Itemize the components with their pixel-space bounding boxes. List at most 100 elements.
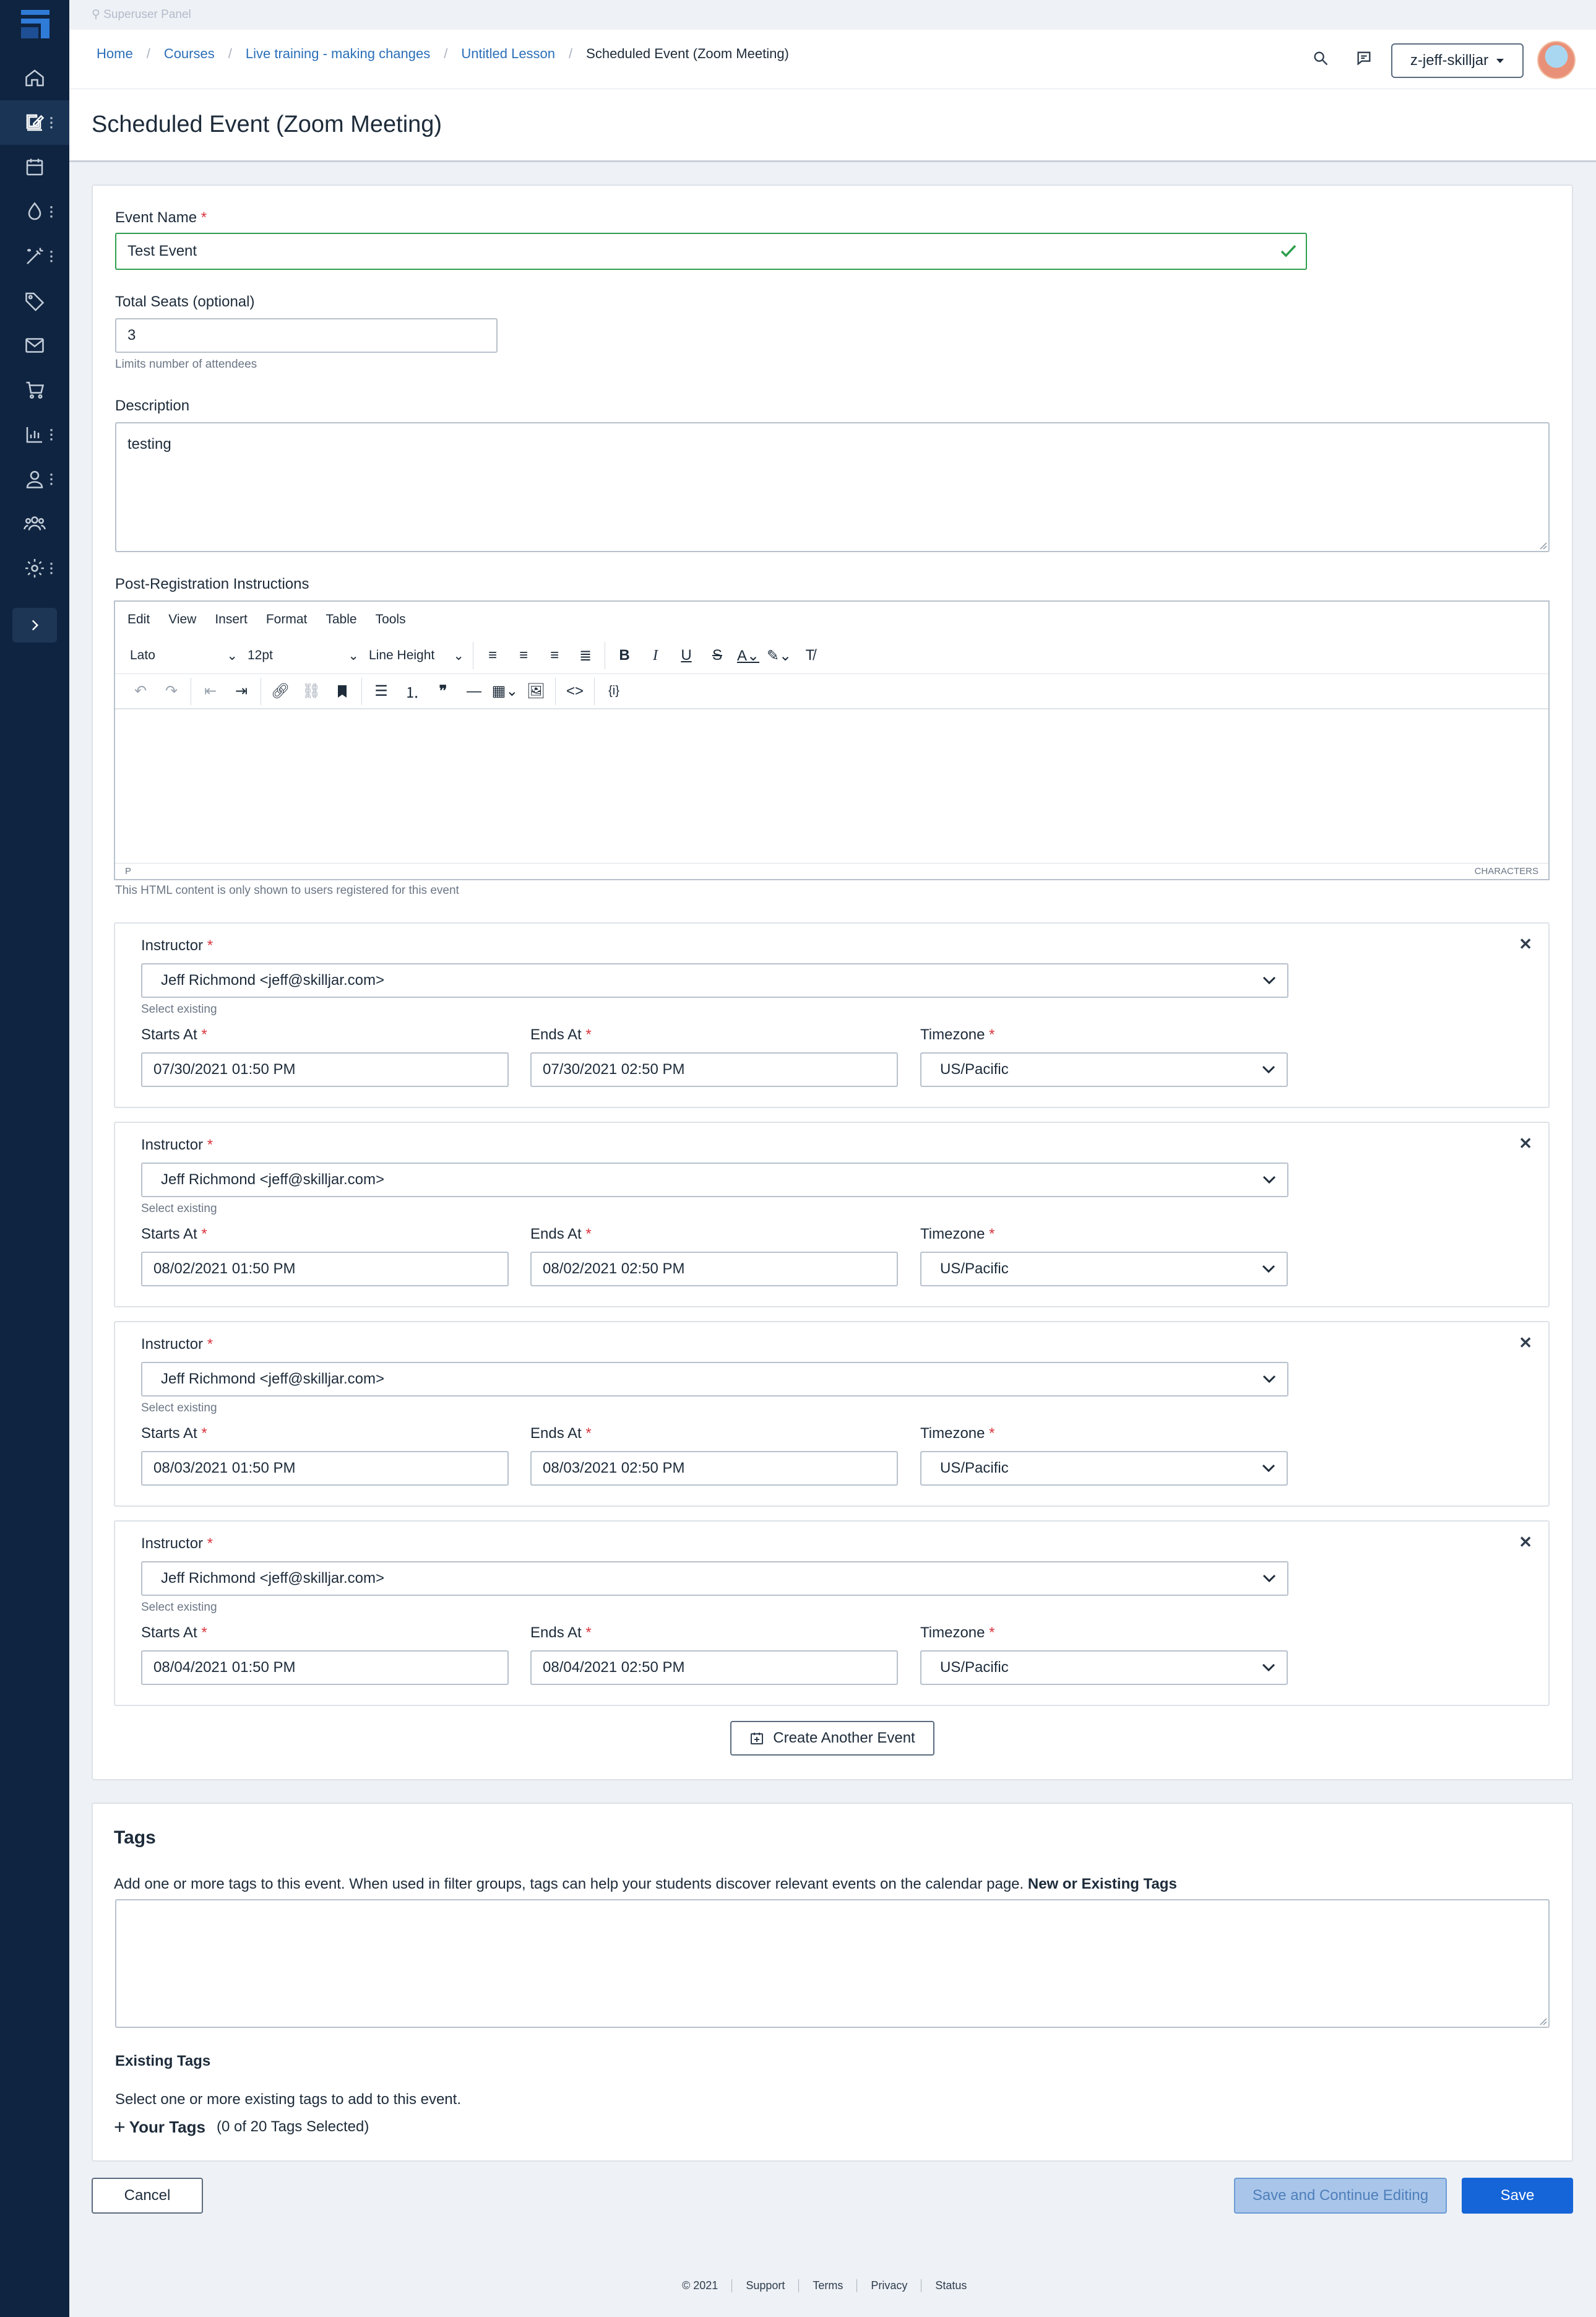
- text-color-icon[interactable]: A⌄: [733, 642, 764, 669]
- align-justify-icon[interactable]: ≣: [570, 642, 601, 669]
- line-height-select[interactable]: Line Height ⌄: [364, 642, 469, 669]
- starts-at-input[interactable]: 07/30/2021 01:50 PM: [141, 1052, 509, 1087]
- more-icon[interactable]: ⋮: [45, 205, 58, 219]
- event-name-input[interactable]: Test Event: [115, 233, 1307, 270]
- horizontal-rule-icon[interactable]: —: [459, 678, 490, 705]
- align-center-icon[interactable]: ≡: [508, 642, 539, 669]
- instructor-select[interactable]: Jeff Richmond <jeff@skilljar.com>: [141, 1362, 1288, 1397]
- redo-icon[interactable]: ↷: [156, 678, 187, 705]
- save-and-continue-button[interactable]: Save and Continue Editing: [1234, 2178, 1447, 2214]
- users-group-icon[interactable]: [0, 501, 69, 546]
- highlight-color-icon[interactable]: ✎⌄: [764, 642, 795, 669]
- remove-session-icon[interactable]: ✕: [1519, 1533, 1532, 1552]
- ends-at-input[interactable]: 08/02/2021 02:50 PM: [530, 1252, 898, 1286]
- more-icon[interactable]: ⋮: [45, 472, 58, 486]
- more-icon[interactable]: ⋮: [45, 428, 58, 441]
- cart-icon[interactable]: [0, 368, 69, 412]
- editor-content-area[interactable]: [115, 711, 1548, 864]
- footer-terms-link[interactable]: Terms: [799, 2279, 858, 2292]
- starts-at-input[interactable]: 08/04/2021 01:50 PM: [141, 1650, 509, 1685]
- mail-icon[interactable]: [0, 323, 69, 368]
- variable-icon[interactable]: {i}: [598, 678, 629, 705]
- undo-icon[interactable]: ↶: [125, 678, 156, 705]
- menu-format[interactable]: Format: [266, 612, 308, 627]
- bookmark-icon[interactable]: [327, 678, 358, 705]
- font-family-select[interactable]: Lato ⌄: [125, 642, 243, 669]
- new-tags-textarea[interactable]: [115, 1899, 1550, 2028]
- ends-at-input[interactable]: 08/04/2021 02:50 PM: [530, 1650, 898, 1685]
- tag-icon[interactable]: [0, 279, 69, 323]
- chat-icon[interactable]: [1352, 46, 1376, 71]
- blockquote-icon[interactable]: ❞: [428, 678, 459, 705]
- clear-formatting-icon[interactable]: T̸: [795, 642, 826, 669]
- indent-icon[interactable]: ⇥: [226, 678, 257, 705]
- user-icon[interactable]: ⋮: [0, 457, 69, 501]
- edit-icon[interactable]: ⋮: [0, 100, 69, 145]
- strikethrough-icon[interactable]: S: [702, 642, 733, 669]
- starts-at-input[interactable]: 08/03/2021 01:50 PM: [141, 1451, 509, 1486]
- link-icon[interactable]: 🔗︎: [265, 678, 296, 705]
- gear-icon[interactable]: ⋮: [0, 546, 69, 591]
- superuser-panel-link[interactable]: ⚲ Superuser Panel: [92, 7, 191, 22]
- remove-session-icon[interactable]: ✕: [1519, 1134, 1532, 1153]
- align-left-icon[interactable]: ≡: [477, 642, 508, 669]
- resize-handle-icon[interactable]: [1538, 541, 1547, 550]
- align-right-icon[interactable]: ≡: [539, 642, 570, 669]
- cancel-button[interactable]: Cancel: [92, 2178, 203, 2214]
- resize-handle-icon[interactable]: [1538, 2017, 1547, 2025]
- create-another-event-button[interactable]: Create Another Event: [730, 1721, 934, 1756]
- table-icon[interactable]: ▦⌄: [490, 678, 520, 705]
- calendar-icon[interactable]: [0, 145, 69, 189]
- timezone-select[interactable]: US/Pacific: [920, 1451, 1288, 1486]
- skilljar-logo[interactable]: [21, 10, 50, 38]
- chart-icon[interactable]: ⋮: [0, 412, 69, 457]
- search-icon[interactable]: [1308, 46, 1333, 71]
- more-icon[interactable]: ⋮: [45, 116, 58, 129]
- breadcrumb-course[interactable]: Live training - making changes: [246, 46, 430, 62]
- expand-sidebar-button[interactable]: [12, 608, 57, 643]
- font-size-select[interactable]: 12pt ⌄: [243, 642, 364, 669]
- bullet-list-icon[interactable]: ☰: [366, 678, 397, 705]
- total-seats-input[interactable]: 3: [115, 318, 498, 353]
- menu-tools[interactable]: Tools: [376, 612, 406, 627]
- code-icon[interactable]: <>: [559, 678, 590, 705]
- description-textarea[interactable]: testing: [115, 422, 1550, 552]
- footer-privacy-link[interactable]: Privacy: [857, 2279, 922, 2292]
- footer-support-link[interactable]: Support: [732, 2279, 800, 2292]
- instructor-select[interactable]: Jeff Richmond <jeff@skilljar.com>: [141, 963, 1288, 998]
- timezone-select[interactable]: US/Pacific: [920, 1052, 1288, 1087]
- timezone-select[interactable]: US/Pacific: [920, 1650, 1288, 1685]
- more-icon[interactable]: ⋮: [45, 561, 58, 575]
- breadcrumb-lesson[interactable]: Untitled Lesson: [461, 46, 555, 62]
- breadcrumb-courses[interactable]: Courses: [164, 46, 215, 62]
- drop-icon[interactable]: ⋮: [0, 189, 69, 234]
- instructor-select[interactable]: Jeff Richmond <jeff@skilljar.com>: [141, 1163, 1288, 1197]
- remove-session-icon[interactable]: ✕: [1519, 935, 1532, 954]
- numbered-list-icon[interactable]: ⒈: [397, 678, 428, 705]
- save-button[interactable]: Save: [1462, 2178, 1573, 2214]
- image-icon[interactable]: 🖼︎: [520, 678, 551, 705]
- ends-at-input[interactable]: 07/30/2021 02:50 PM: [530, 1052, 898, 1087]
- breadcrumb-home[interactable]: Home: [97, 46, 133, 62]
- timezone-select[interactable]: US/Pacific: [920, 1252, 1288, 1286]
- bold-icon[interactable]: B: [609, 642, 640, 669]
- menu-table[interactable]: Table: [326, 612, 356, 627]
- ends-at-input[interactable]: 08/03/2021 02:50 PM: [530, 1451, 898, 1486]
- account-dropdown[interactable]: z-jeff-skilljar: [1391, 43, 1524, 78]
- menu-edit[interactable]: Edit: [127, 612, 150, 627]
- instructor-select[interactable]: Jeff Richmond <jeff@skilljar.com>: [141, 1561, 1288, 1596]
- italic-icon[interactable]: I: [640, 642, 671, 669]
- menu-insert[interactable]: Insert: [215, 612, 248, 627]
- home-icon[interactable]: [0, 56, 69, 100]
- avatar[interactable]: [1537, 41, 1576, 79]
- starts-at-input[interactable]: 08/02/2021 01:50 PM: [141, 1252, 509, 1286]
- more-icon[interactable]: ⋮: [45, 249, 58, 263]
- magic-wand-icon[interactable]: ⋮: [0, 234, 69, 279]
- unlink-icon[interactable]: ⛓︎: [296, 678, 327, 705]
- underline-icon[interactable]: U: [671, 642, 702, 669]
- outdent-icon[interactable]: ⇤: [195, 678, 226, 705]
- footer-status-link[interactable]: Status: [921, 2279, 980, 2292]
- your-tags-toggle[interactable]: + Your Tags (0 of 20 Tags Selected): [114, 2117, 369, 2137]
- menu-view[interactable]: View: [168, 612, 196, 627]
- remove-session-icon[interactable]: ✕: [1519, 1333, 1532, 1353]
